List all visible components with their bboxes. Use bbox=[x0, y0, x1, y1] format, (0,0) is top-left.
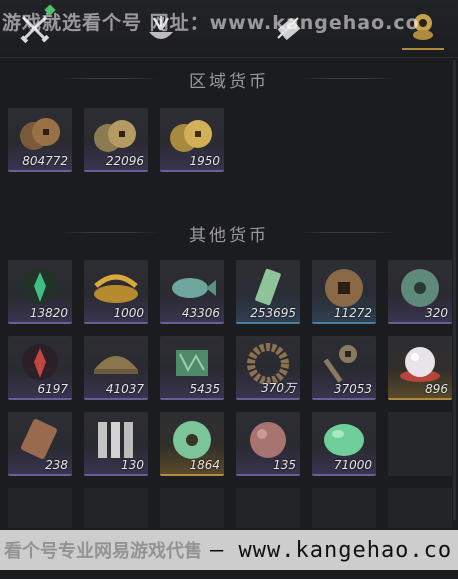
scrollbar[interactable] bbox=[453, 60, 456, 520]
currency-quantity: 804772 bbox=[22, 154, 68, 168]
currency-quantity: 1950 bbox=[189, 154, 220, 168]
currency-quantity: 1000 bbox=[113, 306, 144, 320]
currency-tile[interactable]: 130 bbox=[84, 412, 148, 476]
bronze-coins-icon bbox=[94, 120, 136, 152]
bronze-bowl-icon bbox=[94, 356, 138, 374]
silver-tallies-icon bbox=[98, 422, 133, 458]
currency-tile[interactable]: 43306 bbox=[160, 260, 224, 324]
ancient-key-coin-icon bbox=[323, 345, 357, 383]
currency-quantity: 11272 bbox=[333, 306, 372, 320]
currency-quantity: 22096 bbox=[105, 154, 144, 168]
currency-quantity: 320 bbox=[425, 306, 448, 320]
currency-tile[interactable]: 41037 bbox=[84, 336, 148, 400]
currency-tile[interactable]: 6197 bbox=[8, 336, 72, 400]
watermark-url-text: — www.kangehao.co bbox=[210, 537, 453, 563]
gold-coins-icon bbox=[170, 120, 212, 152]
currency-tile[interactable]: 37053 bbox=[312, 336, 376, 400]
currency-tile[interactable]: 238 bbox=[8, 412, 72, 476]
green-jade-icon bbox=[324, 424, 364, 456]
currency-quantity: 253695 bbox=[250, 306, 296, 320]
currency-quantity: 135 bbox=[273, 458, 296, 472]
regional-currency-grid: 804772 22096 1950 bbox=[8, 108, 452, 172]
currency-tile[interactable]: 370万 bbox=[236, 336, 300, 400]
red-flame-token-icon bbox=[22, 344, 58, 380]
currency-tile[interactable]: 253695 bbox=[236, 260, 300, 324]
currency-quantity: 6197 bbox=[37, 382, 68, 396]
other-currency-grid: 13820 1000 43306 253695 11272 320 6197 41037 543… bbox=[8, 260, 452, 476]
currency-tile[interactable]: 5435 bbox=[160, 336, 224, 400]
square-hole-coin-icon bbox=[325, 269, 363, 307]
currency-tile[interactable]: 71000 bbox=[312, 412, 376, 476]
currency-quantity: 5435 bbox=[189, 382, 220, 396]
currency-tile[interactable]: 320 bbox=[388, 260, 452, 324]
watermark-banner: 看个号专业网易游戏代售 — www.kangehao.co bbox=[0, 530, 458, 570]
currency-quantity: 71000 bbox=[333, 458, 372, 472]
category-tab-bar: 游戏就选看个号 网址：www.kangehao.co bbox=[0, 0, 458, 58]
currency-quantity: 130 bbox=[121, 458, 144, 472]
currency-quantity: 41037 bbox=[105, 382, 144, 396]
currency-quantity: 13820 bbox=[29, 306, 68, 320]
coin-string-icon bbox=[247, 343, 289, 384]
currency-tile[interactable]: 11272 bbox=[312, 260, 376, 324]
section-title-regional: 区域货币 bbox=[189, 72, 269, 92]
currency-tile[interactable]: 804772 bbox=[8, 108, 72, 172]
watermark-text: 游戏就选看个号 网址：www.kangehao.co bbox=[2, 12, 420, 34]
empty-slot bbox=[388, 412, 452, 476]
currency-quantity: 43306 bbox=[181, 306, 220, 320]
jade-ring-icon bbox=[173, 421, 211, 459]
green-flame-token-icon bbox=[22, 268, 58, 304]
copper-coins-icon bbox=[20, 118, 60, 150]
currency-tile[interactable]: 13820 bbox=[8, 260, 72, 324]
currency-tile[interactable]: 1864 bbox=[160, 412, 224, 476]
currency-tile[interactable]: 22096 bbox=[84, 108, 148, 172]
jade-tablet-icon bbox=[255, 268, 281, 306]
golden-grain-icon bbox=[94, 274, 138, 303]
jade-fish-icon bbox=[172, 278, 216, 298]
watermark-cn-text: 看个号专业网易游戏代售 bbox=[4, 541, 202, 562]
currency-quantity: 37053 bbox=[333, 382, 372, 396]
section-title-other: 其他货币 bbox=[189, 226, 269, 246]
currency-tile[interactable]: 135 bbox=[236, 412, 300, 476]
currency-tile[interactable]: 896 bbox=[388, 336, 452, 400]
red-jade-bead-icon bbox=[250, 422, 286, 458]
currency-quantity: 370万 bbox=[261, 381, 296, 395]
currency-quantity: 238 bbox=[45, 458, 68, 472]
partial-row bbox=[8, 488, 452, 528]
currency-tile[interactable]: 1000 bbox=[84, 260, 148, 324]
bronze-plaque-icon bbox=[21, 419, 57, 459]
pearl-icon bbox=[400, 347, 440, 382]
jade-map-icon bbox=[176, 350, 208, 376]
currency-quantity: 896 bbox=[425, 382, 448, 396]
jade-coin-icon bbox=[401, 269, 439, 307]
currency-quantity: 1864 bbox=[189, 458, 220, 472]
currency-tile[interactable]: 1950 bbox=[160, 108, 224, 172]
